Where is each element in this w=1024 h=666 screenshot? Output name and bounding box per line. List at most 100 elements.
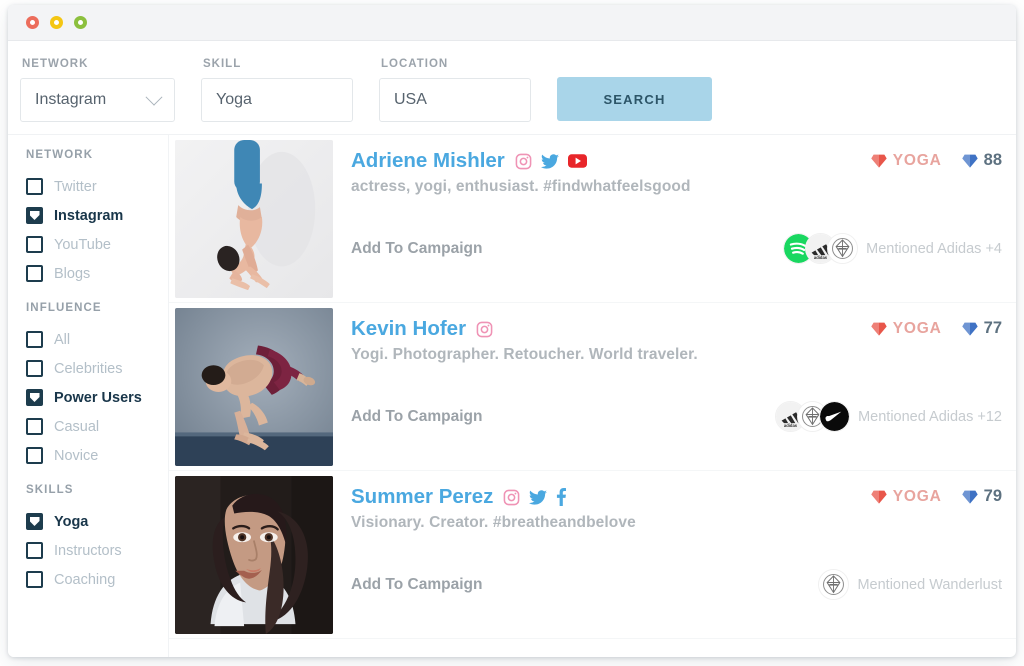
location-field-label: LOCATION [381, 58, 449, 70]
nike-logo-icon[interactable] [819, 401, 851, 432]
facebook-icon[interactable] [556, 488, 567, 506]
filter-youtube[interactable]: YouTube [26, 230, 168, 259]
checkbox-icon[interactable] [26, 447, 43, 464]
svg-text:adidas: adidas [784, 423, 798, 428]
skill-input-value: Yoga [216, 91, 252, 108]
checkbox-icon[interactable] [26, 360, 43, 377]
filter-label: Instagram [54, 207, 124, 224]
result-footer: Add To Campaign adidas Mentioned Adidas +1… [351, 401, 1002, 432]
mention-text: Mentioned Adidas +12 [858, 408, 1002, 425]
blue-gem-icon [961, 322, 978, 336]
influence-score: 79 [961, 487, 1002, 506]
influence-score: 88 [961, 151, 1002, 170]
influencer-bio: Visionary. Creator. #breatheandbelove [351, 514, 636, 531]
skill-score: YOGA [871, 488, 942, 506]
mentions-group: adidas Mentioned Adidas +12 [775, 401, 1002, 432]
instagram-icon[interactable] [515, 153, 532, 170]
blue-gem-icon [961, 154, 978, 168]
checkbox-icon[interactable] [26, 542, 43, 559]
add-to-campaign-button[interactable]: Add To Campaign [351, 240, 482, 258]
influencer-name[interactable]: Kevin Hofer [351, 317, 466, 341]
skill-score: YOGA [871, 152, 942, 170]
filter-instructors[interactable]: Instructors [26, 536, 168, 565]
filter-label: Coaching [54, 571, 116, 588]
result-footer: Add To Campaign Mentioned Wanderlust [351, 569, 1002, 600]
checkbox-icon[interactable] [26, 265, 43, 282]
mentions-group: adidas Mentioned Adidas +4 [783, 233, 1002, 264]
network-select[interactable]: Instagram [20, 78, 175, 122]
profile-photo[interactable] [175, 140, 333, 298]
filter-label: Blogs [54, 265, 91, 282]
maximize-button[interactable] [74, 16, 87, 29]
skill-input[interactable]: Yoga [201, 78, 353, 122]
result-body: Summer Perez Visionary. Creator. #breathe… [333, 471, 1016, 638]
filter-celebrities[interactable]: Celebrities [26, 354, 168, 383]
search-toolbar: NETWORK Instagram SKILL Yoga LOCATION US… [8, 41, 1016, 134]
checkbox-icon[interactable] [26, 207, 43, 224]
filter-label: YouTube [54, 236, 111, 253]
filter-casual[interactable]: Casual [26, 412, 168, 441]
filter-novice[interactable]: Novice [26, 441, 168, 470]
facet-title-network: NETWORK [26, 149, 94, 161]
search-button[interactable]: SEARCH [557, 77, 712, 121]
blue-gem-icon [961, 490, 978, 504]
facet-title-influence: INFLUENCE [26, 302, 102, 314]
filter-coaching[interactable]: Coaching [26, 565, 168, 594]
result-row: Adriene Mishler actress, yogi, enthusiast… [169, 135, 1016, 303]
twitter-icon[interactable] [540, 153, 559, 169]
svg-text:adidas: adidas [814, 255, 828, 260]
network-field-label: NETWORK [22, 58, 89, 70]
filter-blogs[interactable]: Blogs [26, 259, 168, 288]
filter-instagram[interactable]: Instagram [26, 201, 168, 230]
chevron-down-icon [145, 88, 163, 106]
add-to-campaign-button[interactable]: Add To Campaign [351, 408, 482, 426]
brand-avatar-stack [818, 569, 850, 600]
instagram-icon[interactable] [476, 321, 493, 338]
checkbox-icon[interactable] [26, 331, 43, 348]
score-group: YOGA 88 [851, 151, 1002, 170]
skill-score-label: YOGA [892, 151, 942, 169]
youtube-icon[interactable] [567, 154, 587, 168]
checkbox-icon[interactable] [26, 178, 43, 195]
checkbox-icon[interactable] [26, 389, 43, 406]
result-row: Kevin Hofer Yogi. Photographer. Retoucher… [169, 303, 1016, 471]
facet-title-skills: SKILLS [26, 484, 74, 496]
checkbox-icon[interactable] [26, 571, 43, 588]
instagram-icon[interactable] [503, 489, 520, 506]
profile-photo[interactable] [175, 476, 333, 634]
checkbox-icon[interactable] [26, 418, 43, 435]
influencer-bio: Yogi. Photographer. Retoucher. World tra… [351, 346, 698, 363]
result-row: Summer Perez Visionary. Creator. #breathe… [169, 471, 1016, 639]
filter-label: Celebrities [54, 360, 123, 377]
score-group: YOGA 79 [851, 487, 1002, 506]
network-select-value: Instagram [35, 91, 107, 108]
influence-score-value: 77 [983, 319, 1002, 337]
influencer-name[interactable]: Summer Perez [351, 485, 493, 509]
brand-avatar-stack: adidas [775, 401, 851, 432]
score-group: YOGA 77 [851, 319, 1002, 338]
network-field-group: NETWORK Instagram [20, 58, 175, 122]
influence-score: 77 [961, 319, 1002, 338]
red-gem-icon [871, 154, 887, 168]
filter-all[interactable]: All [26, 325, 168, 354]
twitter-icon[interactable] [529, 489, 548, 505]
filter-label: Instructors [54, 542, 122, 559]
checkbox-icon[interactable] [26, 513, 43, 530]
checkbox-icon[interactable] [26, 236, 43, 253]
close-button[interactable] [26, 16, 39, 29]
filter-power-users[interactable]: Power Users [26, 383, 168, 412]
location-input[interactable]: USA [379, 78, 531, 122]
wanderlust-logo-icon[interactable] [818, 569, 850, 600]
influencer-bio: actress, yogi, enthusiast. #findwhatfeel… [351, 178, 691, 195]
app-window: NETWORK Instagram SKILL Yoga LOCATION US… [8, 5, 1016, 657]
filter-yoga[interactable]: Yoga [26, 507, 168, 536]
filter-twitter[interactable]: Twitter [26, 172, 168, 201]
filter-label: All [54, 331, 71, 348]
skill-score-label: YOGA [892, 319, 942, 337]
profile-photo[interactable] [175, 308, 333, 466]
window-titlebar [8, 5, 1016, 41]
wanderlust-logo-icon[interactable] [827, 233, 859, 264]
add-to-campaign-button[interactable]: Add To Campaign [351, 576, 482, 594]
influencer-name[interactable]: Adriene Mishler [351, 149, 505, 173]
minimize-button[interactable] [50, 16, 63, 29]
